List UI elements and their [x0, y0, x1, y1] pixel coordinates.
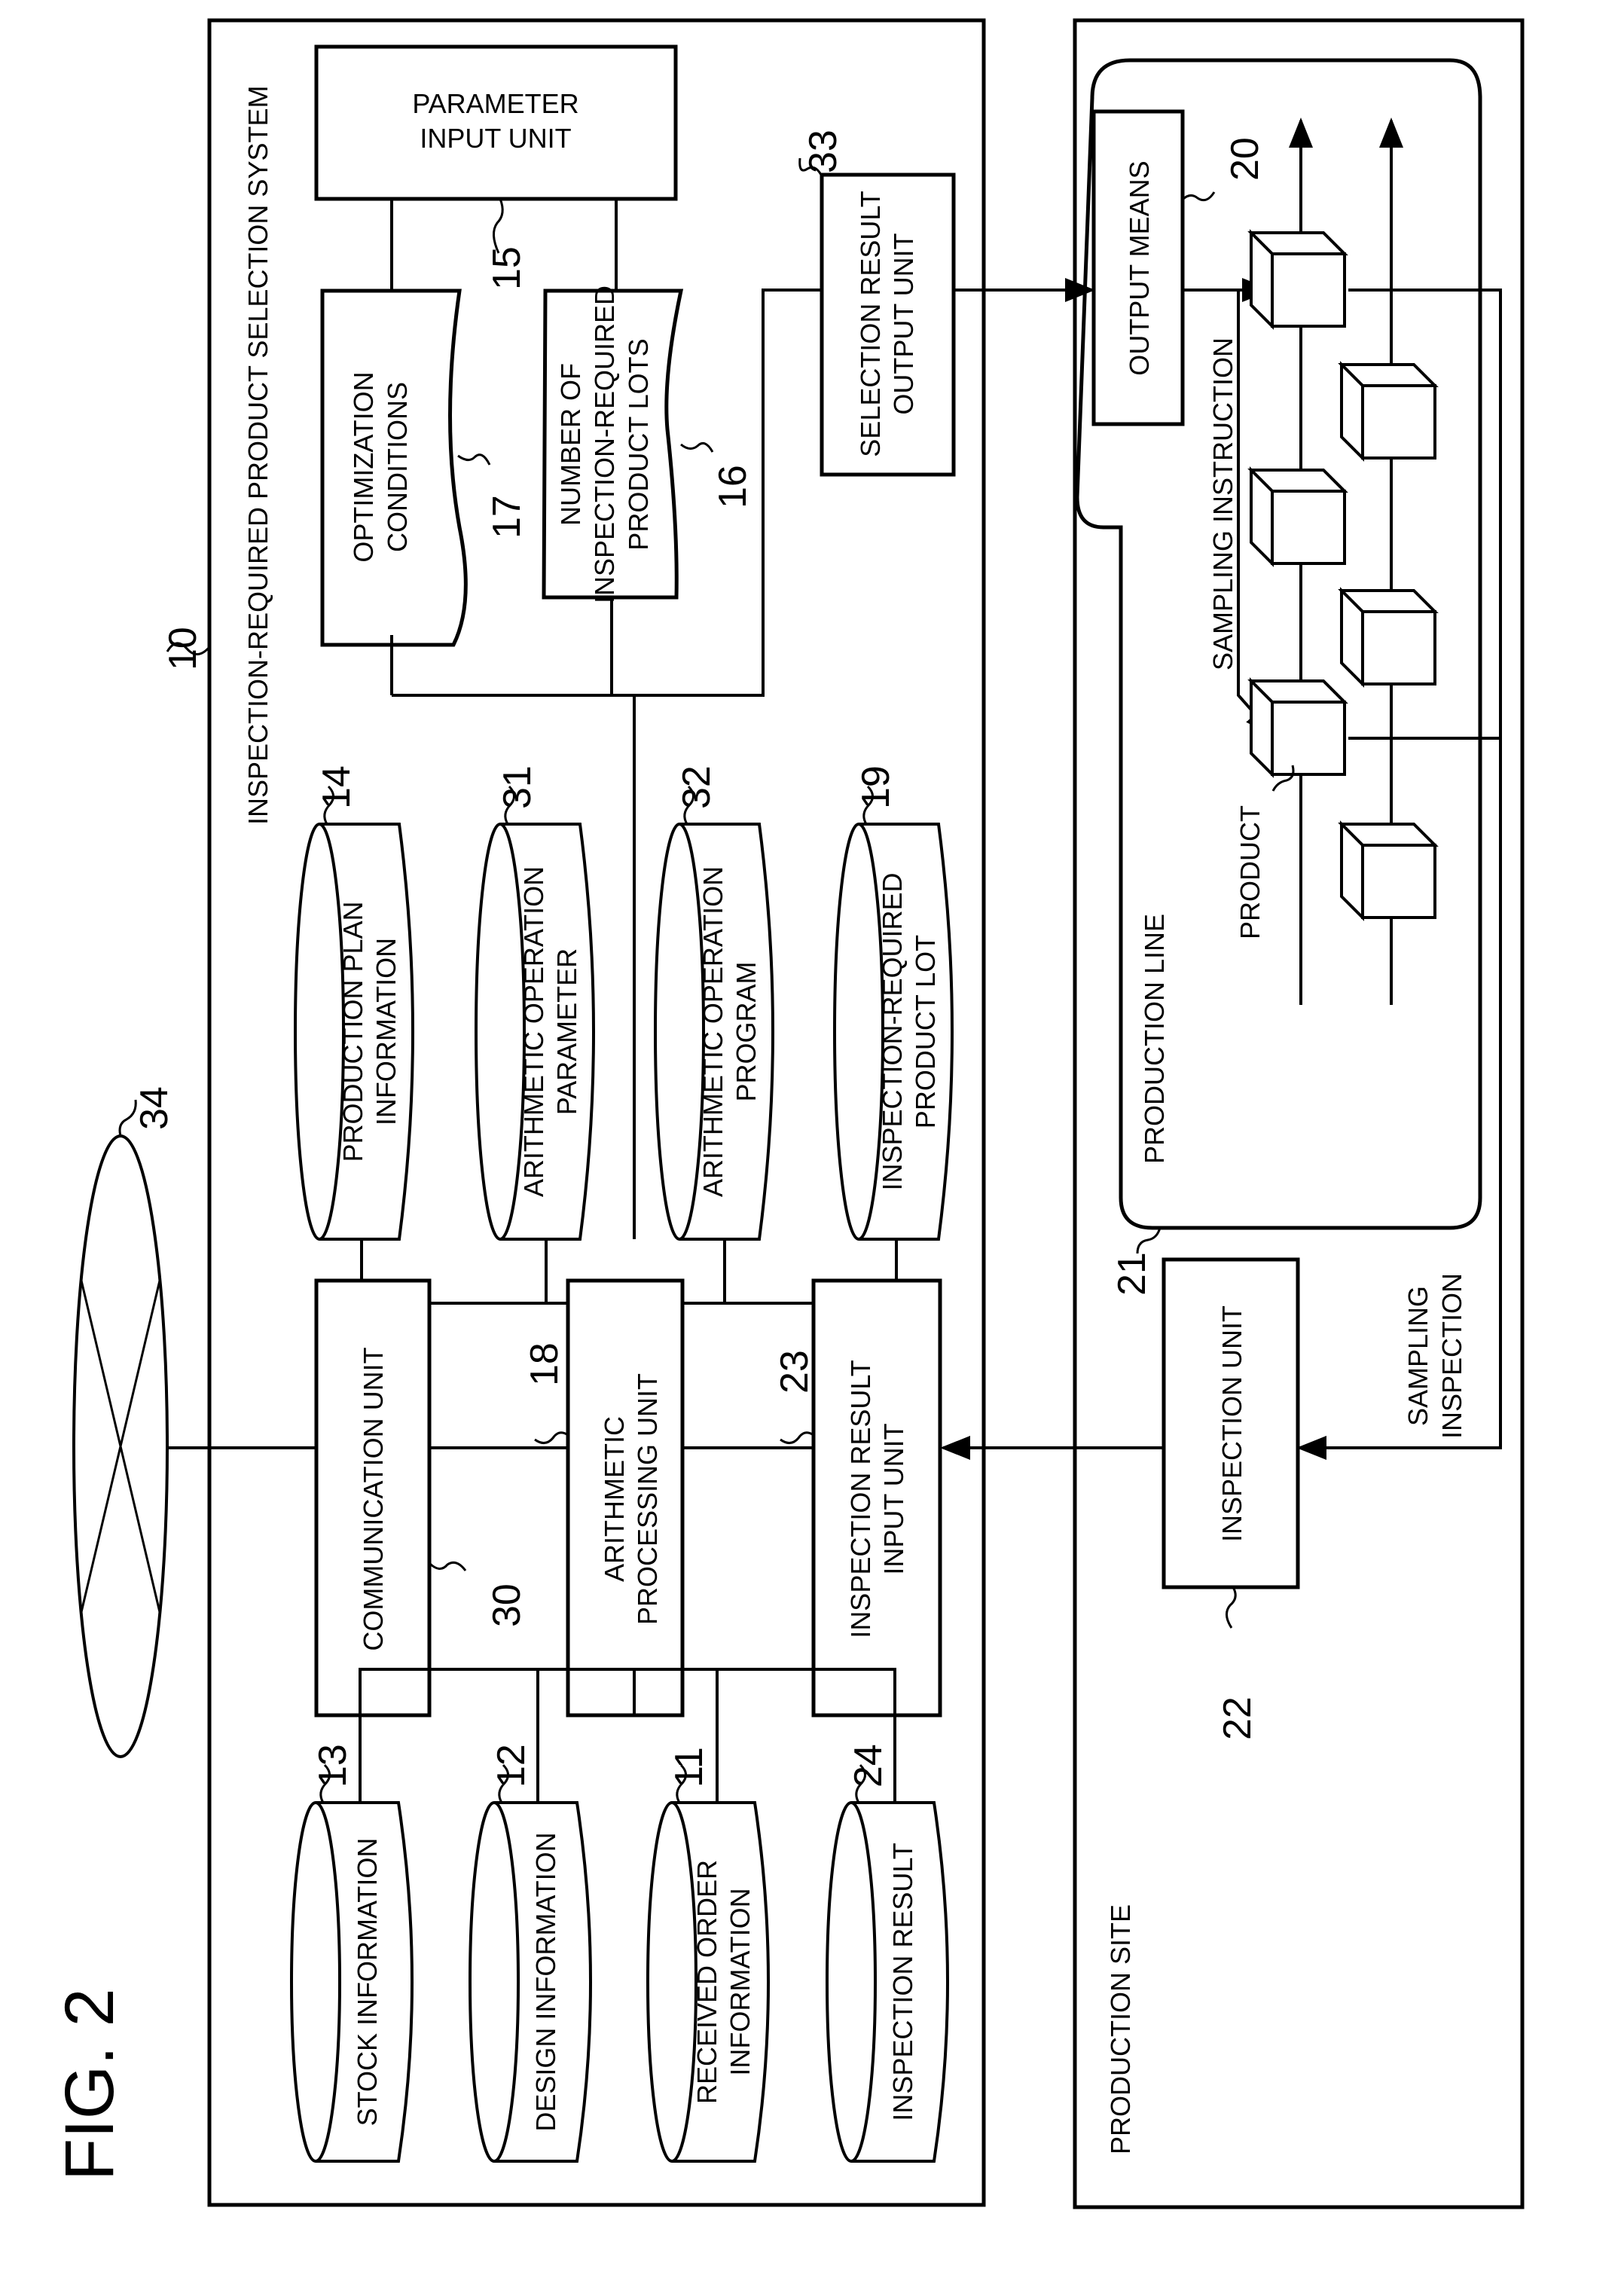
lower-datastore-2-line1: RECEIVED ORDER [691, 1860, 722, 2104]
output-means-label: OUTPUT MEANS [1124, 160, 1155, 375]
leader-30 [428, 1561, 467, 1571]
inspection-result-input-unit-line2: INPUT UNIT [878, 1423, 909, 1574]
lower-datastore-1-ref: 12 [490, 1744, 533, 1788]
lower-datastore-2-line2: INFORMATION [725, 1888, 756, 2075]
leader-23 [780, 1431, 814, 1444]
sampling-instruction-label: SAMPLING INSTRUCTION [1207, 337, 1238, 670]
inspection-result-input-unit-ref: 23 [773, 1350, 817, 1394]
leader-17 [457, 453, 491, 466]
upper-datastores: PRODUCTION PLAN INFORMATION 14 ARITHMETIC O… [294, 765, 954, 1241]
inspection-unit: INSPECTION UNIT [1162, 1257, 1300, 1589]
lower-datastore-3-line1: INSPECTION RESULT [887, 1843, 918, 2121]
system-ref: 10 [161, 627, 205, 670]
arithmetic-processing-unit-line2: PROCESSING UNIT [632, 1373, 663, 1625]
inspection-lots-count-line1: NUMBER OF [555, 363, 586, 526]
leader-15 [493, 198, 504, 254]
inspection-lots-count-line2: INSPECTION-REQUIRED [589, 285, 620, 603]
upper-datastore-3-ref: 19 [854, 765, 898, 809]
product-cube-5 [1338, 820, 1439, 921]
upper-datastore-0-ref: 14 [315, 765, 359, 809]
selection-result-output-unit-ref: 33 [801, 130, 845, 173]
leader-22 [1226, 1586, 1237, 1629]
upper-datastore-2-line2: PROGRAM [731, 961, 762, 1101]
selection-result-output-unit: SELECTION RESULT OUTPUT UNIT [820, 173, 956, 477]
lower-datastore-3-ref: 24 [847, 1744, 890, 1788]
lower-datastore-0-line1: STOCK INFORMATION [352, 1838, 383, 2127]
upper-datastore-1: ARITHMETIC OPERATION PARAMETER 31 [475, 765, 595, 1241]
upper-datastore-0-line1: PRODUCTION PLAN [337, 901, 368, 1162]
inspection-lots-count-line3: PRODUCT LOTS [623, 338, 654, 550]
products [1247, 229, 1439, 921]
product-cube-1 [1247, 466, 1348, 567]
lower-datastore-0-ref: 13 [311, 1744, 355, 1788]
lower-datastore-3: INSPECTION RESULT 24 [826, 1744, 949, 2163]
product-cube-2 [1247, 677, 1348, 778]
upper-datastore-1-line2: PARAMETER [551, 948, 582, 1115]
leader-16 [680, 441, 714, 453]
product-cube-0 [1247, 229, 1348, 330]
lower-datastore-1: DESIGN INFORMATION 12 [469, 1744, 592, 2163]
selection-result-output-unit-line1: SELECTION RESULT [855, 191, 886, 456]
figure-label: FIG. 2 [51, 1988, 128, 2181]
inspection-result-input-unit: INSPECTION RESULT INPUT UNIT [811, 1278, 942, 1718]
communication-unit-label: COMMUNICATION UNIT [358, 1347, 389, 1650]
upper-datastore-0-line2: INFORMATION [371, 938, 401, 1125]
upper-datastore-3-line1: INSPECTION-REQUIRED [877, 872, 908, 1190]
product-cube-3 [1338, 361, 1439, 462]
parameter-input-unit-line1: PARAMETER [412, 88, 578, 119]
optimization-conditions-line2: CONDITIONS [382, 382, 413, 552]
system-title: INSPECTION-REQUIRED PRODUCT SELECTION SY… [243, 86, 273, 825]
arithmetic-processing-unit: ARITHMETIC PROCESSING UNIT [566, 1278, 685, 1718]
lower-datastore-0: STOCK INFORMATION 13 [290, 1744, 414, 2163]
communication-unit: COMMUNICATION UNIT [314, 1278, 432, 1718]
production-line-title: PRODUCTION LINE [1139, 914, 1170, 1164]
inspection-lots-count: NUMBER OF INSPECTION-REQUIRED PRODUCT LO… [542, 285, 684, 603]
lower-datastore-2-ref: 11 [667, 1747, 711, 1788]
upper-datastore-0: PRODUCTION PLAN INFORMATION 14 [294, 765, 414, 1241]
output-means: OUTPUT MEANS [1091, 109, 1185, 426]
upper-datastore-1-ref: 31 [496, 765, 539, 809]
communication-unit-ref: 30 [485, 1583, 529, 1627]
inspection-unit-ref: 22 [1216, 1696, 1259, 1740]
leader-18 [534, 1431, 569, 1444]
lower-datastore-2: RECEIVED ORDER INFORMATION 11 [646, 1747, 770, 2163]
leader-20 [1181, 191, 1216, 202]
production-line-ref: 21 [1110, 1252, 1154, 1296]
parameter-input-unit-ref: 15 [485, 246, 529, 290]
arithmetic-processing-unit-ref: 18 [523, 1342, 566, 1386]
product-label: PRODUCT [1235, 805, 1265, 939]
upper-datastore-2-ref: 32 [675, 765, 719, 809]
sampling-inspection-line1: SAMPLING [1403, 1286, 1433, 1426]
arithmetic-processing-unit-line1: ARITHMETIC [599, 1416, 630, 1582]
upper-datastore-1-line1: ARITHMETIC OPERATION [518, 866, 549, 1197]
lower-datastore-1-line1: DESIGN INFORMATION [530, 1832, 561, 2131]
network-ref: 34 [133, 1086, 176, 1130]
optimization-conditions-ref: 17 [485, 495, 529, 539]
optimization-conditions-line1: OPTIMIZATION [348, 371, 379, 562]
parameter-input-unit: PARAMETER INPUT UNIT [314, 44, 678, 201]
product-cube-4 [1338, 587, 1439, 688]
upper-datastore-2-line1: ARITHMETIC OPERATION [698, 866, 728, 1197]
selection-result-output-unit-line2: OUTPUT UNIT [888, 233, 919, 414]
inspection-lots-count-ref: 16 [711, 465, 755, 508]
patent-figure: FIG. 2 10 INSPECTION-REQUIRED PRODUCT SE… [51, 18, 1525, 2209]
upper-datastore-3-line2: PRODUCT LOT [910, 935, 941, 1128]
output-means-ref: 20 [1223, 137, 1267, 181]
upper-datastore-2: ARITHMETIC OPERATION PROGRAM 32 [654, 765, 774, 1241]
upper-datastore-3: INSPECTION-REQUIRED PRODUCT LOT 19 [833, 765, 954, 1241]
sampling-inspection-line2: INSPECTION [1436, 1273, 1467, 1439]
network-icon [72, 1134, 169, 1758]
inspection-unit-label: INSPECTION UNIT [1216, 1305, 1247, 1542]
optimization-conditions: OPTIMIZATION CONDITIONS [320, 289, 468, 647]
leader-21 [1136, 1227, 1162, 1254]
lower-datastores: STOCK INFORMATION 13 DESIGN INFORMATION 12 R… [290, 1744, 949, 2163]
parameter-input-unit-line2: INPUT UNIT [420, 123, 571, 154]
production-site-title: PRODUCTION SITE [1105, 1904, 1136, 2154]
inspection-result-input-unit-line1: INSPECTION RESULT [845, 1360, 876, 1638]
